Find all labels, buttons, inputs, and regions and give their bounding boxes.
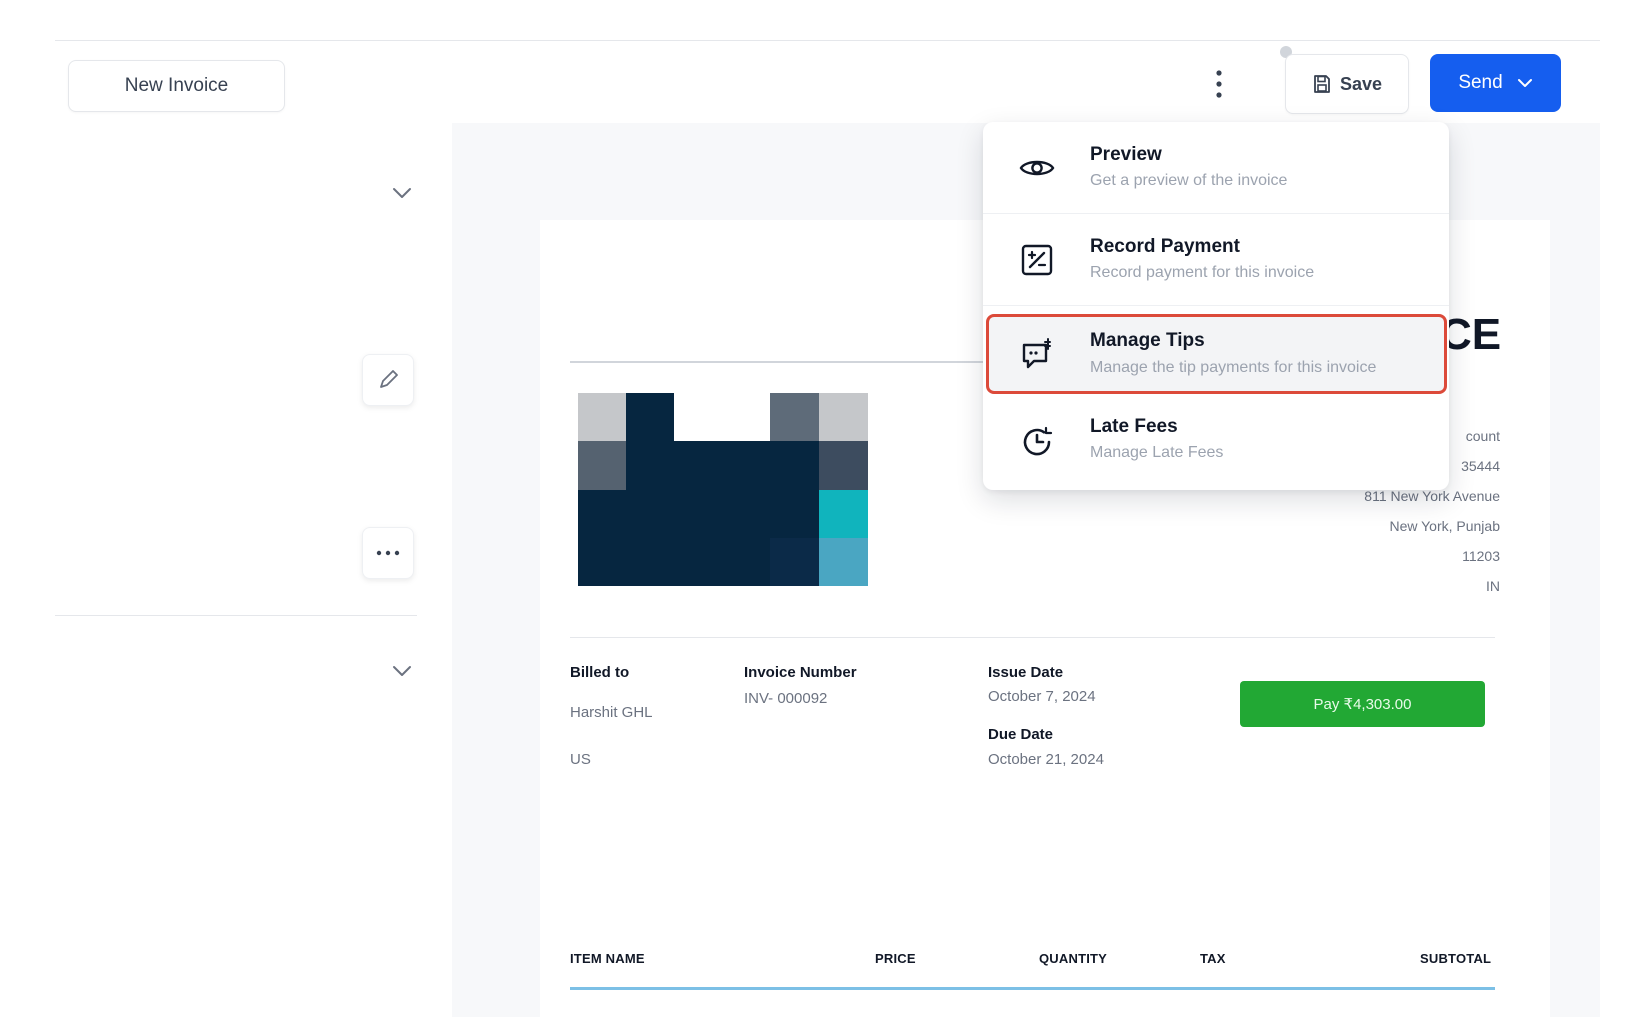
pay-button[interactable]: Pay ₹4,303.00 bbox=[1240, 681, 1485, 727]
more-actions-button[interactable] bbox=[362, 527, 414, 579]
address-line-1: count bbox=[1465, 428, 1500, 444]
new-invoice-button[interactable]: New Invoice bbox=[68, 60, 285, 112]
issue-date-value: October 7, 2024 bbox=[988, 688, 1096, 705]
send-label: Send bbox=[1458, 72, 1503, 93]
section-toggle-2[interactable] bbox=[391, 664, 413, 683]
column-header-tax: TAX bbox=[1200, 951, 1226, 966]
section-toggle-1[interactable] bbox=[391, 186, 413, 205]
eye-icon bbox=[1017, 148, 1057, 188]
left-divider bbox=[55, 615, 417, 616]
pay-button-label: Pay ₹4,303.00 bbox=[1313, 696, 1412, 713]
menu-item-title: Manage Tips bbox=[1090, 330, 1205, 351]
invoice-divider bbox=[570, 361, 990, 363]
new-invoice-label: New Invoice bbox=[124, 75, 229, 96]
billed-to-name: Harshit GHL bbox=[570, 704, 653, 721]
menu-item-record-payment[interactable]: Record Payment Record payment for this i… bbox=[983, 214, 1449, 306]
invoice-title: CE bbox=[1440, 310, 1502, 359]
menu-item-manage-tips[interactable]: Manage Tips Manage the tip payments for … bbox=[983, 306, 1449, 398]
business-logo bbox=[578, 393, 868, 586]
menu-item-preview[interactable]: Preview Get a preview of the invoice bbox=[983, 122, 1449, 214]
ellipsis-icon bbox=[376, 550, 400, 556]
invoice-divider-2 bbox=[570, 637, 1495, 638]
address-line-3: 811 New York Avenue bbox=[1364, 488, 1500, 504]
save-icon bbox=[1314, 75, 1330, 93]
kebab-menu-icon bbox=[1216, 70, 1222, 98]
invoice-number-value: INV- 000092 bbox=[744, 690, 828, 707]
chevron-down-icon bbox=[393, 666, 411, 676]
clock-icon bbox=[1017, 422, 1057, 462]
column-header-item-name: ITEM NAME bbox=[570, 951, 645, 966]
column-header-subtotal: SUBTOTAL bbox=[1420, 951, 1492, 966]
menu-item-description: Record payment for this invoice bbox=[1090, 264, 1315, 281]
more-options-menu: Preview Get a preview of the invoice Rec… bbox=[983, 122, 1449, 490]
more-options-button[interactable] bbox=[1200, 62, 1238, 106]
send-button[interactable]: Send bbox=[1430, 54, 1561, 112]
table-header-divider bbox=[570, 987, 1495, 990]
top-divider bbox=[55, 40, 1600, 41]
invoice-number-label: Invoice Number bbox=[744, 664, 857, 681]
menu-item-late-fees[interactable]: Late Fees Manage Late Fees bbox=[983, 398, 1449, 490]
payment-icon bbox=[1017, 240, 1057, 280]
address-line-6: IN bbox=[1486, 578, 1500, 594]
billed-to-label: Billed to bbox=[570, 664, 630, 681]
chevron-down-icon bbox=[393, 188, 411, 198]
save-button[interactable]: Save bbox=[1285, 54, 1409, 114]
chevron-down-icon bbox=[1517, 79, 1532, 87]
issue-date-label: Issue Date bbox=[988, 664, 1064, 681]
menu-item-description: Manage the tip payments for this invoice bbox=[1090, 359, 1377, 376]
menu-item-description: Manage Late Fees bbox=[1090, 444, 1224, 461]
column-header-quantity: QUANTITY bbox=[1039, 951, 1108, 966]
tips-icon bbox=[1017, 334, 1057, 374]
pencil-icon bbox=[380, 370, 398, 388]
menu-item-title: Preview bbox=[1090, 144, 1162, 165]
due-date-label: Due Date bbox=[988, 726, 1054, 743]
menu-item-title: Record Payment bbox=[1090, 236, 1240, 257]
column-header-price: PRICE bbox=[875, 951, 916, 966]
save-label: Save bbox=[1339, 73, 1383, 94]
menu-item-title: Late Fees bbox=[1090, 416, 1178, 437]
billed-to-country: US bbox=[570, 751, 591, 768]
menu-item-description: Get a preview of the invoice bbox=[1090, 172, 1288, 189]
address-line-4: New York, Punjab bbox=[1389, 518, 1500, 534]
due-date-value: October 21, 2024 bbox=[988, 751, 1104, 768]
address-line-5: 11203 bbox=[1462, 548, 1500, 564]
edit-button[interactable] bbox=[362, 354, 414, 406]
address-line-2: 35444 bbox=[1461, 458, 1500, 474]
